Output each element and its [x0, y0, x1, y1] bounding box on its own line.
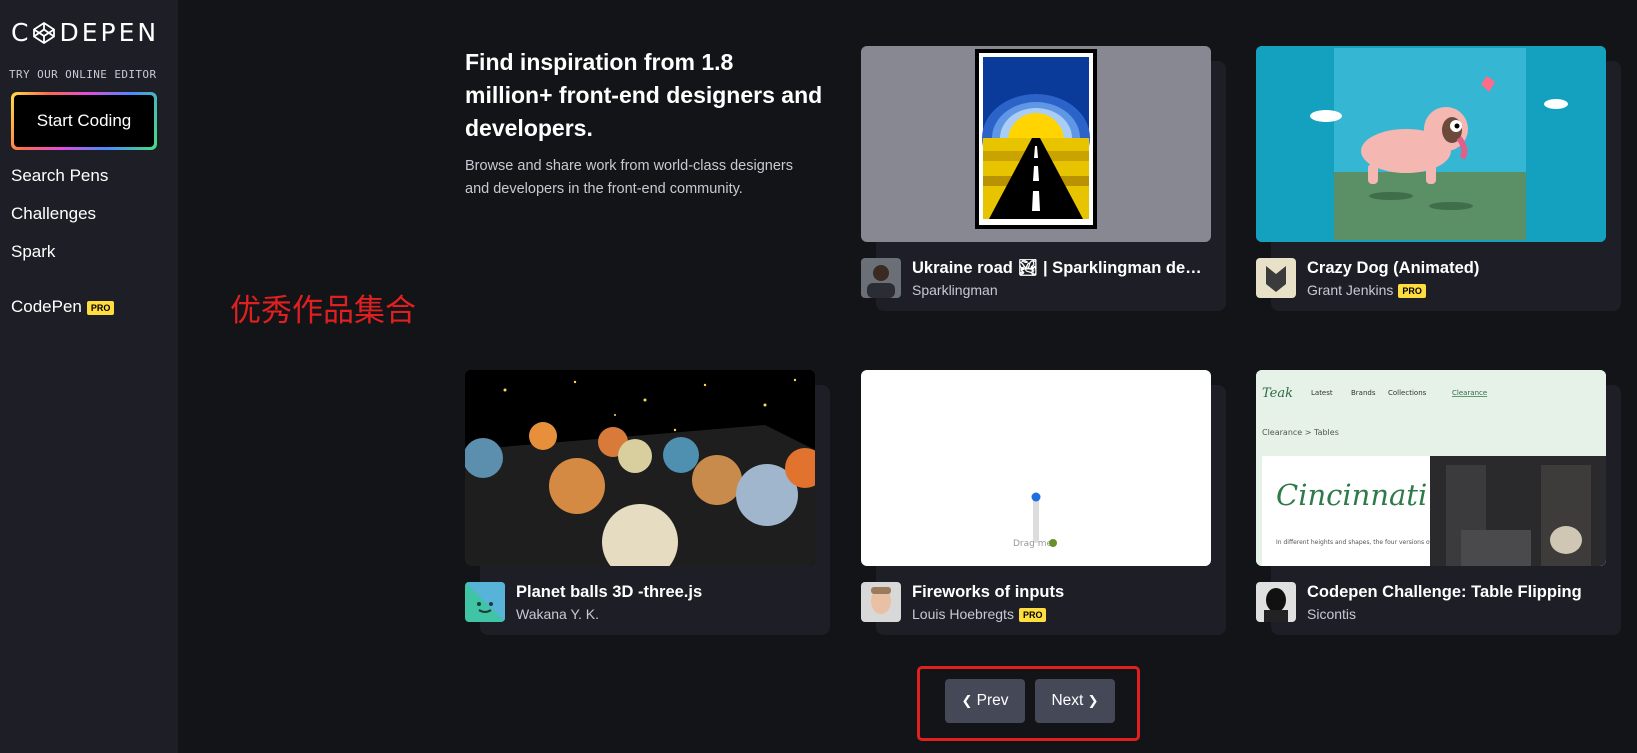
- pen-thumbnail[interactable]: Teak Latest Brands Collections Clearance…: [1256, 370, 1606, 566]
- planet-balls-artwork: [465, 370, 815, 566]
- card-meta: Crazy Dog (Animated) Grant Jenkins PRO: [1256, 258, 1606, 299]
- thumb-nav-link: Brands: [1351, 389, 1376, 397]
- author-avatar[interactable]: [1256, 582, 1296, 622]
- prev-label: Prev: [976, 692, 1009, 709]
- codepen-logo[interactable]: C DEPEN: [11, 18, 159, 47]
- try-editor-label: TRY OUR ONLINE EDITOR: [9, 68, 157, 81]
- thumb-headline: Cincinnati: [1276, 478, 1427, 512]
- annotation-text: 优秀作品集合: [230, 293, 416, 329]
- author-avatar[interactable]: [1256, 258, 1296, 298]
- thumb-nav-link: Collections: [1388, 389, 1427, 397]
- pen-card-ukraine-road[interactable]: Ukraine road 🏞 | Sparklingman design Spa…: [861, 46, 1226, 311]
- hero-description: Browse and share work from world-class d…: [465, 158, 793, 197]
- nav-challenges[interactable]: Challenges: [11, 204, 96, 224]
- chevron-left-icon: ❮: [961, 693, 973, 709]
- next-button[interactable]: Next ❯: [1035, 679, 1115, 723]
- pen-title[interactable]: Crazy Dog (Animated): [1307, 259, 1602, 278]
- pro-badge: PRO: [86, 300, 115, 315]
- pen-title[interactable]: Planet balls 3D -three.js: [516, 583, 811, 602]
- card-meta: Planet balls 3D -three.js Wakana Y. K.: [465, 582, 815, 622]
- pen-thumbnail[interactable]: [1256, 46, 1606, 242]
- author-avatar[interactable]: [861, 258, 901, 298]
- author-name: Sicontis: [1307, 606, 1357, 622]
- fireworks-inputs-artwork: Drag me: [1013, 492, 1057, 549]
- logo-text-right: DEPEN: [59, 18, 160, 47]
- thumb-nav-link: Clearance: [1452, 389, 1487, 397]
- author-avatar[interactable]: [861, 582, 901, 622]
- pen-title[interactable]: Codepen Challenge: Table Flipping: [1307, 583, 1602, 602]
- nav-spark[interactable]: Spark: [11, 242, 55, 262]
- table-flipping-artwork: Teak Latest Brands Collections Clearance…: [1256, 370, 1606, 566]
- pen-author[interactable]: Sicontis: [1307, 606, 1356, 622]
- pen-thumbnail[interactable]: [861, 46, 1211, 242]
- card-meta: Ukraine road 🏞 | Sparklingman design Spa…: [861, 258, 1211, 298]
- pen-card-planet-balls[interactable]: Planet balls 3D -three.js Wakana Y. K.: [465, 370, 830, 635]
- pen-thumbnail[interactable]: [465, 370, 815, 566]
- pen-author[interactable]: Grant Jenkins PRO: [1307, 282, 1426, 299]
- pen-card-fireworks-inputs[interactable]: Drag me Fireworks of inputs Louis Hoebre…: [861, 370, 1226, 635]
- hero-title: Find inspiration from 1.8 million+ front…: [465, 49, 823, 141]
- start-coding-label: Start Coding: [14, 95, 154, 147]
- pen-title[interactable]: Fireworks of inputs: [912, 583, 1207, 602]
- ukraine-road-artwork: [975, 49, 1097, 229]
- author-name: Grant Jenkins: [1307, 282, 1394, 298]
- pen-author[interactable]: Sparklingman: [912, 282, 998, 298]
- start-coding-button[interactable]: Start Coding: [11, 92, 157, 150]
- next-label: Next: [1051, 692, 1084, 709]
- chevron-right-icon: ❯: [1087, 693, 1099, 709]
- pen-card-table-flipping[interactable]: Teak Latest Brands Collections Clearance…: [1256, 370, 1621, 635]
- logo-text-left: C: [11, 18, 32, 47]
- pen-author[interactable]: Wakana Y. K.: [516, 606, 599, 622]
- author-name: Wakana Y. K.: [516, 606, 600, 622]
- prev-button[interactable]: ❮ Prev: [945, 679, 1025, 723]
- sidebar: C DEPEN TRY OUR ONLINE EDITOR Start Codi…: [0, 0, 178, 753]
- codepen-cube-icon: [33, 21, 56, 44]
- card-meta: Fireworks of inputs Louis Hoebregts PRO: [861, 582, 1211, 623]
- author-avatar[interactable]: [465, 582, 505, 622]
- crazy-dog-artwork: [1256, 46, 1606, 242]
- drag-me-text: Drag me: [1013, 539, 1052, 549]
- codepen-pro-label: CodePen: [11, 297, 82, 316]
- pen-title[interactable]: Ukraine road 🏞 | Sparklingman design: [912, 259, 1207, 278]
- pro-badge: PRO: [1018, 608, 1047, 623]
- pen-author[interactable]: Louis Hoebregts PRO: [912, 606, 1047, 623]
- nav-search-pens[interactable]: Search Pens: [11, 166, 108, 186]
- pen-thumbnail[interactable]: Drag me: [861, 370, 1211, 566]
- nav-codepen-pro[interactable]: CodePen PRO: [11, 297, 115, 317]
- card-meta: Codepen Challenge: Table Flipping Sicont…: [1256, 582, 1606, 622]
- thumb-breadcrumb: Clearance > Tables: [1262, 428, 1339, 437]
- pen-card-crazy-dog[interactable]: Crazy Dog (Animated) Grant Jenkins PRO: [1256, 46, 1621, 311]
- pro-badge: PRO: [1398, 284, 1426, 299]
- thumb-nav-logo: Teak: [1262, 386, 1293, 401]
- author-name: Sparklingman: [912, 282, 998, 298]
- author-name: Louis Hoebregts: [912, 606, 1014, 622]
- thumb-nav-link: Latest: [1311, 389, 1333, 397]
